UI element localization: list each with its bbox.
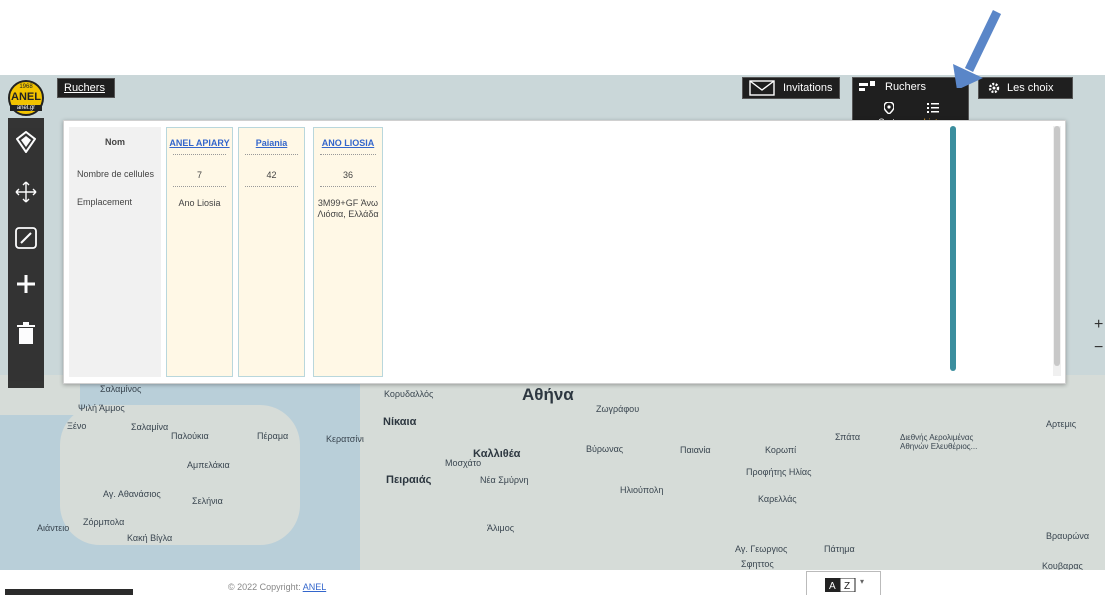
map-land <box>360 375 1105 570</box>
apiary-list-panel: Nom Nombre de cellules Emplacement ANEL … <box>63 120 1066 384</box>
move-arrows-icon <box>15 181 37 203</box>
list-icon <box>927 103 939 113</box>
apiary-column[interactable]: Paiania 42 <box>238 127 305 377</box>
resize-handle[interactable] <box>950 126 956 371</box>
footer-copyright: © 2022 Copyright: ANEL <box>228 582 326 592</box>
tool-sidebar <box>8 118 44 388</box>
map-label: Ψιλή Άμμος <box>78 403 125 413</box>
chevron-down-icon: ▾ <box>860 577 865 586</box>
invitations-label: Invitations <box>783 82 833 94</box>
map-label: Νέα Σμύρνη <box>480 475 529 485</box>
envelope-icon <box>749 80 775 96</box>
map-label: Αγ. Γεωργιος <box>735 544 788 554</box>
apiary-column[interactable]: ANEL APIARY 7 Ano Liosia <box>166 127 233 377</box>
map-label: Αγ. Αθανάσιος <box>103 489 161 499</box>
map-label: Καρελλάς <box>758 494 797 504</box>
map-label: Αρτεμις <box>1046 419 1077 429</box>
map-label: Πειραιάς <box>386 474 432 486</box>
map-label: Σαλαμίνα <box>131 422 169 432</box>
row-label-location: Emplacement <box>77 197 133 207</box>
map-label: Κερατσίνι <box>326 434 364 444</box>
ruchers-menu-title: Ruchers <box>885 81 926 93</box>
anel-logo[interactable]: 1968 ANEL anel.gr <box>8 80 44 116</box>
logo-sub: anel.gr <box>10 105 42 111</box>
row-label-cells: Nombre de cellules <box>77 169 155 179</box>
language-selector[interactable]: A Z ▾ <box>806 571 881 595</box>
hive-view-icon <box>859 81 875 91</box>
panel-scrollbar[interactable] <box>1053 126 1061 376</box>
map-label: Κακή Βίγλα <box>127 533 173 543</box>
map-label: Παιανία <box>680 445 711 455</box>
annotation-arrow <box>953 10 1002 88</box>
pencil-square-icon <box>15 227 37 249</box>
zoom-in-button[interactable]: + <box>1094 316 1103 334</box>
map-label: Κορυδαλλός <box>384 389 434 399</box>
map-label: Σπάτα <box>835 432 861 442</box>
map-label: Ζόρμπολα <box>83 517 125 527</box>
invitations-button[interactable]: Invitations <box>742 77 840 99</box>
map-label: Νίκαια <box>383 416 417 428</box>
plus-icon <box>17 275 35 293</box>
map-label: Κουβαρας <box>1042 561 1083 570</box>
map-label: Κορωπί <box>765 445 797 455</box>
map-label: Βύρωνας <box>586 444 624 454</box>
copyright-link[interactable]: ANEL <box>303 582 327 592</box>
locate-tool[interactable] <box>8 122 44 162</box>
map-label: Πέραμα <box>257 431 289 441</box>
map-label: Άλιμος <box>487 523 515 533</box>
map-label: Ζωγράφου <box>596 404 640 414</box>
translate-icon: A Z <box>825 578 856 592</box>
ruchers-tab-label: Ruchers <box>64 82 105 94</box>
map-label: Βραυρώνα <box>1046 531 1090 541</box>
map-label: Προφήτης Ηλίας <box>746 467 812 477</box>
trash-icon <box>17 322 35 344</box>
apiary-cells: 36 <box>342 170 353 180</box>
map-label: Παλούκια <box>171 431 209 441</box>
map-label: Σαλαμίνος <box>100 384 142 394</box>
svg-text:Z: Z <box>844 581 850 592</box>
status-bar <box>5 589 133 595</box>
map-label: Σελήνια <box>192 496 223 506</box>
map-label: Πάτημα <box>824 544 855 554</box>
delete-tool[interactable] <box>8 314 44 354</box>
map-label: Μοσχάτο <box>445 458 482 468</box>
row-label-name: Nom <box>105 137 125 147</box>
apiary-cells: 42 <box>266 170 277 180</box>
apiary-cells: 7 <box>196 170 202 180</box>
scrollbar-thumb[interactable] <box>1054 126 1060 366</box>
apiary-name-link[interactable]: ANO LIOSIA <box>314 138 382 148</box>
logo-year: 1968 <box>19 84 33 90</box>
map-label: Σφηττος <box>741 559 774 569</box>
map-label: Αμπελάκια <box>187 460 230 470</box>
copyright-text: © 2022 Copyright: <box>228 582 303 592</box>
apiary-location: Ano Liosia <box>178 198 221 208</box>
map-label: Διεθνής Αερολιμένας Αθηνών Ελευθέριος... <box>900 433 978 451</box>
map-label: Αιάντειο <box>37 523 70 533</box>
apiary-name-link[interactable]: ANEL APIARY <box>167 138 232 148</box>
add-tool[interactable] <box>8 264 44 304</box>
map-pin-icon <box>883 101 895 115</box>
edit-tool[interactable] <box>8 218 44 258</box>
svg-text:A: A <box>829 581 836 592</box>
logo-name: ANEL <box>11 91 41 103</box>
move-tool[interactable] <box>8 172 44 212</box>
apiary-column[interactable]: ANO LIOSIA 36 3M99+GF Άνω Λιόσια, Ελλάδα <box>313 127 383 377</box>
zoom-out-button[interactable]: − <box>1094 339 1103 357</box>
map-label: Ηλιούπολη <box>620 485 664 495</box>
map-label: Ξένο <box>67 421 87 431</box>
diamond-pin-icon <box>16 131 36 153</box>
map-label: Αθήνα <box>522 385 574 404</box>
apiary-location: 3M99+GF Άνω Λιόσια, Ελλάδα <box>317 198 379 219</box>
choices-label: Les choix <box>1007 82 1054 94</box>
row-label-column: Nom Nombre de cellules Emplacement <box>69 127 161 377</box>
apiary-name-link[interactable]: Paiania <box>239 138 304 148</box>
ruchers-tab[interactable]: Ruchers <box>57 78 115 98</box>
